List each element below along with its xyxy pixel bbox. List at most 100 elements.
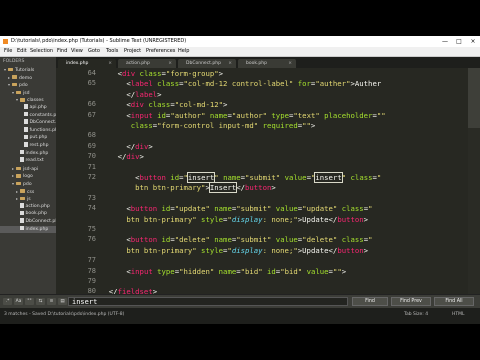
- find-button[interactable]: Find: [352, 297, 388, 306]
- maximize-icon[interactable]: □: [452, 36, 466, 47]
- folder-sidebar: FOLDERS ▾ Tutorials ▸ demo ▾ pdo ▾ jsd ▾ classes a…: [0, 57, 56, 314]
- minimize-icon[interactable]: —: [438, 36, 452, 47]
- sidebar-file[interactable]: functions.php: [0, 127, 56, 134]
- sidebar-file[interactable]: DbConnect.php: [0, 218, 56, 225]
- menu-selection[interactable]: Selection: [30, 47, 53, 56]
- line-number: 76: [87, 235, 96, 244]
- code-token: name: [214, 266, 237, 276]
- minimap[interactable]: [468, 68, 480, 314]
- menu-view[interactable]: View: [71, 47, 83, 56]
- sidebar-file[interactable]: action.php: [0, 203, 56, 210]
- code-token: >: [341, 266, 347, 276]
- sidebar-folder[interactable]: ▸ jsd-api: [0, 165, 56, 172]
- menu-project[interactable]: Project: [124, 47, 141, 56]
- menu-tools[interactable]: Tools: [106, 47, 118, 56]
- sidebar-header: FOLDERS: [3, 59, 25, 64]
- syntax-indicator[interactable]: HTML: [452, 312, 465, 317]
- code-token: name: [209, 204, 232, 214]
- tab-close-icon[interactable]: ×: [228, 59, 232, 68]
- code-token: Update: [302, 214, 329, 224]
- tab-dbconnect-php[interactable]: DbConnect.php ×: [178, 59, 236, 68]
- code-token: "col-md-12": [174, 100, 224, 110]
- find-prev-button[interactable]: Find Prev: [391, 297, 431, 306]
- code-token: "form-control input-md": [157, 121, 259, 130]
- code-token: name: [218, 173, 241, 182]
- code-token: name: [205, 110, 228, 120]
- search-match: Insert: [208, 182, 238, 194]
- code-token: Update: [302, 245, 329, 255]
- sidebar-folder[interactable]: ▸ js: [0, 195, 56, 202]
- tab-close-icon[interactable]: ×: [108, 59, 112, 68]
- code-token: label: [135, 89, 158, 99]
- minimap-viewport[interactable]: [468, 68, 480, 128]
- sidebar-item-label: logo: [23, 174, 33, 180]
- line-number: 70: [87, 152, 96, 161]
- tab-book-php[interactable]: book.php ×: [238, 59, 296, 68]
- menu-bar: File Edit Selection Find View Goto Tools…: [0, 47, 480, 57]
- sidebar-file[interactable]: index.php: [0, 149, 56, 157]
- menu-goto[interactable]: Goto: [88, 47, 100, 56]
- tab-close-icon[interactable]: ×: [168, 59, 172, 68]
- code-token: div: [126, 152, 140, 162]
- code-token: btn btn-primary": [100, 183, 206, 193]
- sidebar-folder[interactable]: ▾ pdo: [0, 180, 56, 187]
- line-number: 77: [87, 256, 96, 265]
- folder-icon: [12, 82, 17, 87]
- sidebar-folder[interactable]: ▾ classes: [0, 96, 56, 103]
- menu-preferences[interactable]: Preferences: [146, 47, 175, 56]
- code-token: class: [152, 79, 180, 89]
- code-line: btn btn-primary" style="display: none;">…: [100, 246, 368, 255]
- code-editor[interactable]: <div class="form-group"> <label class="c…: [100, 68, 468, 324]
- sidebar-folder[interactable]: ▾ Tutorials: [0, 66, 56, 73]
- menu-find[interactable]: Find: [57, 47, 67, 56]
- find-input[interactable]: insert: [68, 297, 348, 306]
- whole-word-toggle[interactable]: "": [25, 298, 34, 305]
- folder-icon: [16, 181, 21, 186]
- code-token: "update": [302, 204, 338, 214]
- sidebar-file[interactable]: put.php: [0, 134, 56, 141]
- sidebar-item-label: DbConnect.php: [29, 120, 57, 126]
- close-icon[interactable]: ×: [466, 36, 480, 47]
- menu-edit[interactable]: Edit: [17, 47, 27, 56]
- find-all-button[interactable]: Find All: [434, 297, 474, 306]
- line-number: 68: [87, 131, 96, 140]
- sidebar-file[interactable]: book.php: [0, 210, 56, 217]
- code-token: id: [262, 266, 276, 276]
- tab-bar: index.php × action.php × DbConnect.php × bo…: [56, 57, 480, 68]
- sidebar-file[interactable]: api.php: [0, 104, 56, 111]
- sidebar-folder[interactable]: ▾ pdo: [0, 81, 56, 88]
- code-token: </: [100, 141, 136, 151]
- case-sensitive-toggle[interactable]: Aa: [14, 298, 23, 305]
- tab-index-php[interactable]: index.php ×: [58, 59, 116, 68]
- sidebar-file[interactable]: DbConnect.php: [0, 119, 56, 126]
- folder-icon: [20, 196, 25, 201]
- tab-close-icon[interactable]: ×: [288, 59, 292, 68]
- code-token: id: [157, 204, 171, 214]
- in-selection-toggle[interactable]: ≡: [47, 298, 56, 305]
- code-token: class: [337, 235, 364, 245]
- folder-icon: [12, 75, 17, 79]
- wrap-toggle[interactable]: ⇆: [36, 298, 45, 305]
- sidebar-item-label: constants.php: [29, 112, 57, 118]
- regex-toggle[interactable]: .*: [3, 298, 12, 305]
- sidebar-folder[interactable]: ▸ logo: [0, 172, 56, 179]
- code-token: input: [130, 266, 153, 276]
- sidebar-folder[interactable]: ▸ demo: [0, 74, 56, 81]
- sidebar-folder[interactable]: ▾ jsd: [0, 89, 56, 96]
- tab-action-php[interactable]: action.php ×: [118, 59, 176, 68]
- highlight-matches-toggle[interactable]: ▤: [58, 298, 67, 305]
- sidebar-file[interactable]: rest.php: [0, 142, 56, 149]
- tab-size-indicator[interactable]: Tab Size: 4: [404, 312, 428, 317]
- menu-file[interactable]: File: [4, 47, 12, 56]
- code-token: for: [293, 79, 311, 89]
- sidebar-file[interactable]: index.php: [0, 225, 56, 233]
- code-token: button: [245, 183, 272, 193]
- menu-help[interactable]: Help: [178, 47, 189, 56]
- code-token: </: [328, 214, 338, 224]
- sidebar-folder[interactable]: ▸ css: [0, 188, 56, 195]
- code-token: id: [165, 173, 180, 182]
- code-token: id: [157, 235, 171, 245]
- file-icon: [20, 225, 24, 231]
- sidebar-file[interactable]: constants.php: [0, 111, 57, 119]
- sidebar-file[interactable]: read.txt: [0, 157, 56, 164]
